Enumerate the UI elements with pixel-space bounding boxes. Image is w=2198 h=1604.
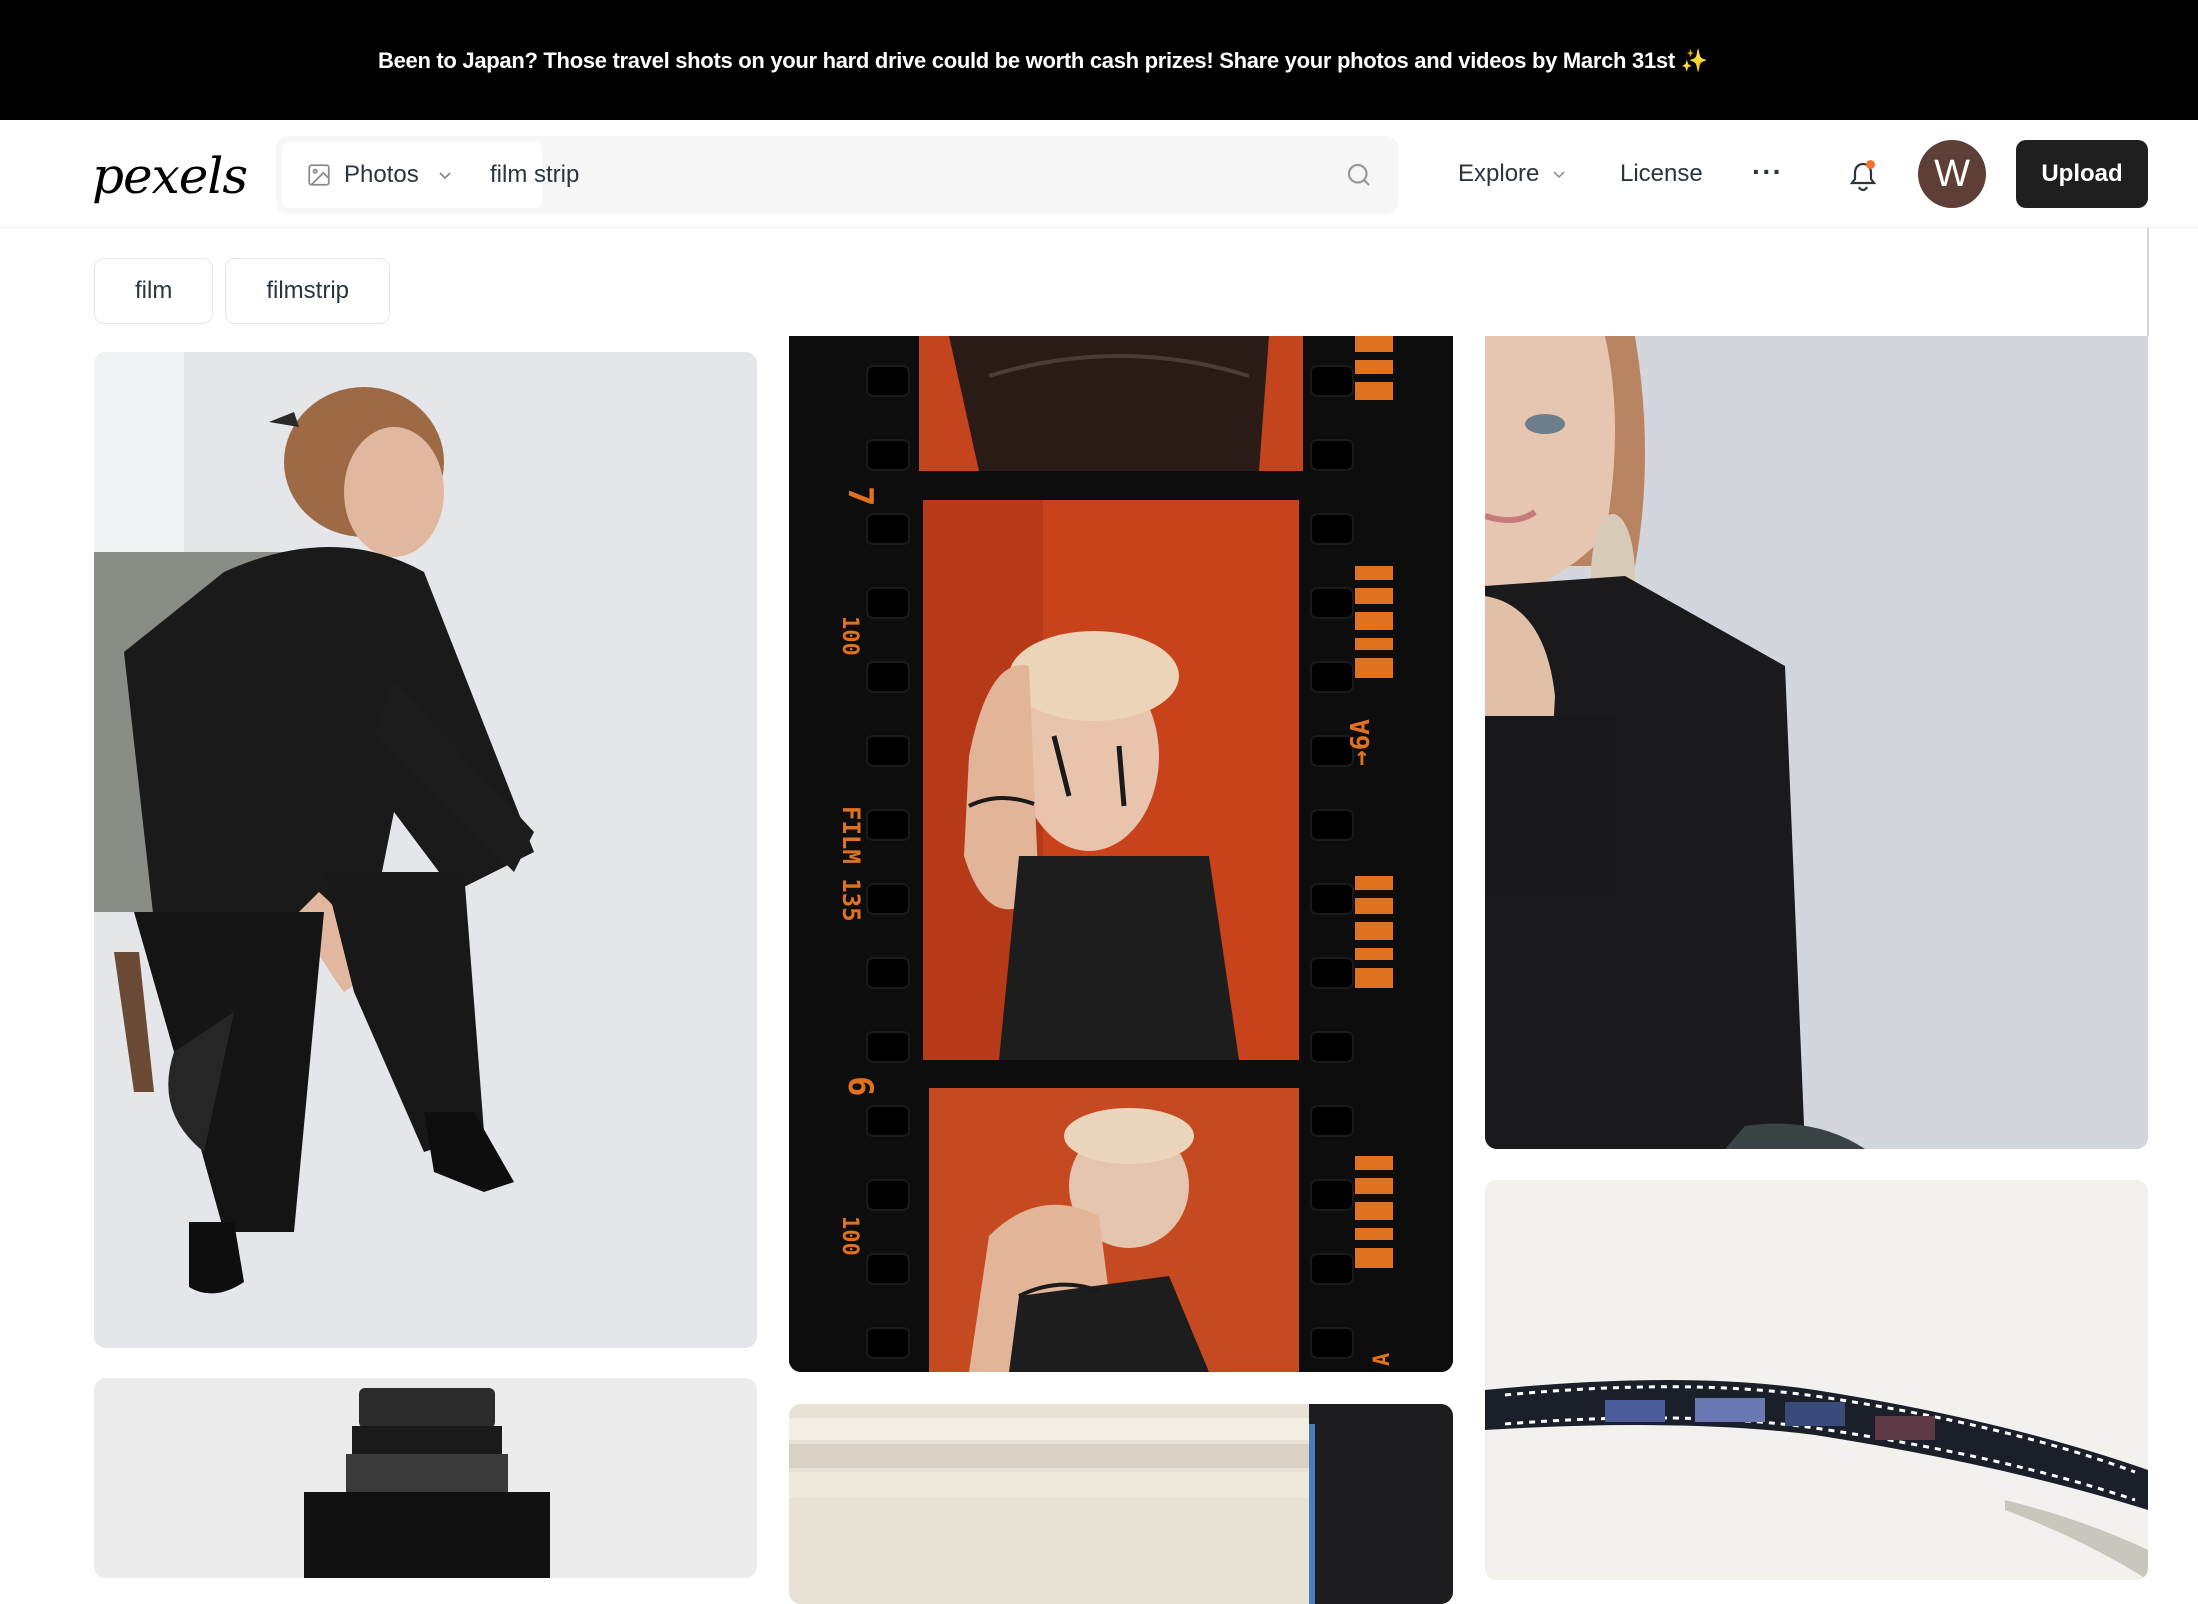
promo-banner[interactable]: Been to Japan? Those travel shots on you… [0,0,2198,120]
photo-image [789,1404,1453,1604]
license-link[interactable]: License [1620,152,1703,196]
photo-image [1485,1180,2148,1580]
explore-label: Explore [1458,160,1540,187]
photo-image [94,352,757,1348]
pexels-logo[interactable]: pexels [92,148,248,204]
notification-dot [1866,160,1875,169]
film-edge-text: 6 [840,1076,880,1096]
photo-card[interactable] [1485,336,2148,1149]
photo-image [1485,336,2148,1149]
photo-card[interactable] [789,1404,1453,1604]
media-type-label: Photos [344,161,419,188]
film-edge-text: 100 [837,1216,862,1256]
scroll-indicator [2147,228,2149,336]
related-search-chip[interactable]: film [94,258,214,324]
film-edge-text: →6A [1346,719,1376,766]
film-edge-text: FILM 135 [837,806,865,922]
photo-card[interactable] [94,352,757,1348]
search-bar: Photos [276,136,1398,214]
chevron-down-icon [1553,171,1566,179]
image-icon [308,164,330,186]
related-searches: film filmstrip [94,258,390,324]
upload-button[interactable]: Upload [2016,140,2148,208]
search-input-wrap [490,148,1330,202]
chevron-down-icon [439,172,451,180]
top-navigation: pexels Photos Explore License ··· [0,120,2198,228]
photo-image [94,1378,757,1578]
film-edge-text: 100 [837,616,862,656]
photo-card[interactable]: 7 100 FILM 135 6 100 →6A A [789,336,1453,1372]
more-menu-button[interactable]: ··· [1752,150,1783,194]
notification-bell-icon[interactable] [1846,158,1880,194]
film-edge-text: A [1370,1353,1395,1366]
user-avatar[interactable]: W [1918,140,1986,208]
related-search-chip[interactable]: filmstrip [225,258,390,324]
film-edge-text: 7 [840,486,880,506]
promo-banner-text[interactable]: Been to Japan? Those travel shots on you… [378,46,1708,76]
search-icon[interactable] [1344,160,1374,190]
explore-menu[interactable]: Explore [1458,152,1567,196]
search-input[interactable] [490,148,1330,202]
photo-image: 7 100 FILM 135 6 100 →6A A [789,336,1453,1372]
photo-card[interactable] [1485,1180,2148,1580]
photo-card[interactable] [94,1378,757,1578]
